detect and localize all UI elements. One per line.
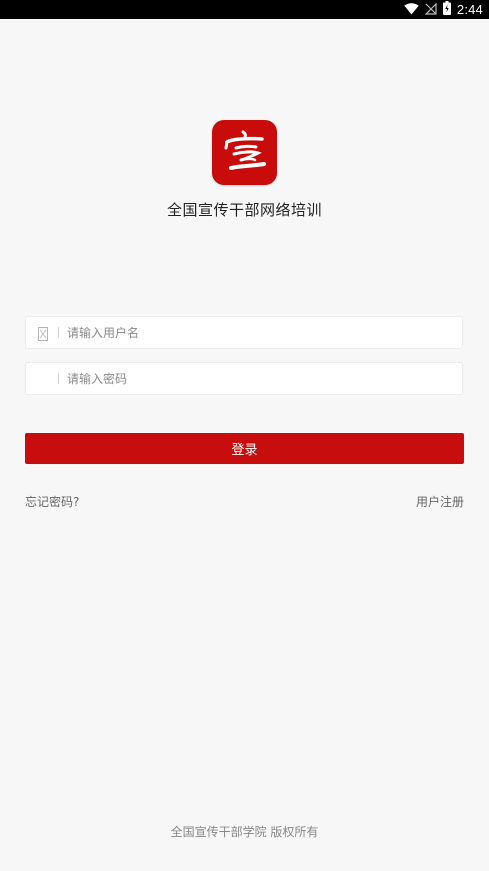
username-input[interactable] xyxy=(67,317,447,348)
app-logo xyxy=(212,120,277,185)
password-field[interactable] xyxy=(25,362,463,395)
footer-copyright: 全国宣传干部学院 版权所有 xyxy=(170,825,319,839)
xuan-calligraphy-logo-icon xyxy=(224,130,266,170)
field-divider xyxy=(58,373,59,384)
password-input[interactable] xyxy=(67,363,447,394)
status-bar: 2:44 xyxy=(0,0,489,19)
user-icon xyxy=(38,326,48,341)
login-button[interactable]: 登录 xyxy=(25,433,464,464)
battery-charging-icon xyxy=(442,0,451,19)
status-time: 2:44 xyxy=(456,2,483,17)
app-title: 全国宣传干部网络培训 xyxy=(166,201,322,219)
wifi-icon xyxy=(404,0,419,19)
field-divider xyxy=(58,327,59,338)
username-field[interactable] xyxy=(25,316,463,349)
no-signal-icon xyxy=(424,0,437,19)
register-link[interactable]: 用户注册 xyxy=(416,493,464,510)
status-icons: 2:44 xyxy=(404,0,483,19)
login-screen: 2:44 全国宣传干部网络培训 登录 忘记密码? 用户注册 全国宣传干部 xyxy=(0,0,489,871)
forgot-password-link[interactable]: 忘记密码? xyxy=(25,493,79,510)
